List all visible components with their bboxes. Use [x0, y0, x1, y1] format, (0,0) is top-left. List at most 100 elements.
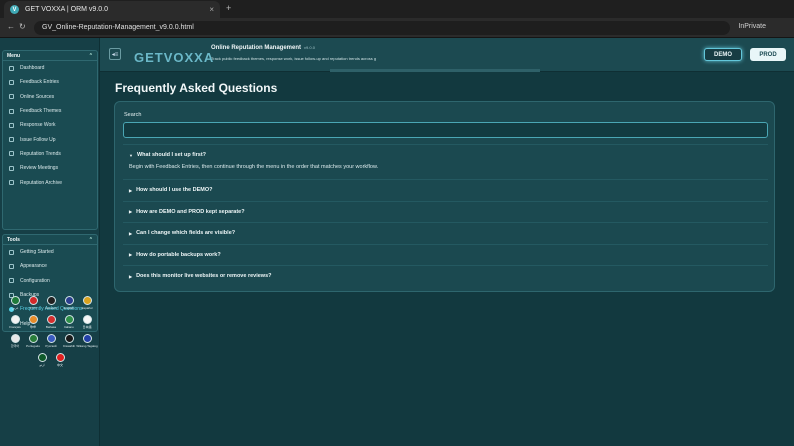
search-label: Search [124, 112, 142, 118]
faq-answer: Begin with Feedback Entries, then contin… [129, 164, 379, 170]
flag-icon [46, 315, 56, 324]
reload-icon[interactable]: ↻ [19, 22, 26, 31]
faq-question-toggle[interactable]: ▼ What should I set up first? [123, 145, 768, 165]
flag-label: Português [26, 344, 40, 348]
language-flag[interactable]: عربي [6, 296, 24, 315]
menu-item-icon [9, 65, 14, 71]
back-icon[interactable]: ← [7, 22, 15, 31]
flag-icon [10, 315, 20, 324]
app-title-text: Online Reputation Management [211, 45, 302, 51]
sidebar-item-label: Getting Started [20, 249, 54, 256]
language-flag[interactable]: বাংলা [24, 296, 42, 315]
sidebar-item-configuration[interactable]: Configuration [3, 274, 97, 288]
menu-item-icon [9, 151, 14, 157]
sidebar-item-label: Configuration [20, 277, 50, 284]
app-subtitle: Track public feedback themes, response w… [211, 56, 377, 61]
browser-tab[interactable]: V GET VOXXA | ORM v9.0.0 × [4, 1, 220, 18]
language-flag[interactable]: Bahasa [42, 315, 60, 334]
tab-title: GET VOXXA | ORM v9.0.0 [25, 6, 108, 13]
faq-question-toggle[interactable]: ▶ How are DEMO and PROD kept separate? [123, 202, 768, 222]
faq-question-text: What should I set up first? [136, 152, 207, 158]
sidebar-item-getting-started[interactable]: Getting Started [3, 245, 97, 259]
faq-question-toggle[interactable]: ▶ Does this monitor live websites or remo… [123, 266, 768, 286]
flag-label: 한국어 [10, 344, 20, 348]
tools-panel-header[interactable]: Tools ⌃ [3, 235, 97, 245]
caret-down-icon: ▼ [129, 152, 133, 158]
language-flag[interactable]: हिन्दी [24, 315, 42, 334]
faq-question-toggle[interactable]: ▶ How should I use the DEMO? [123, 180, 768, 200]
faq-question-toggle[interactable]: ▶ Can I change which fields are visible? [123, 223, 768, 243]
menu-item-icon [9, 108, 14, 114]
sidebar-item-label: Review Meetings [20, 165, 59, 172]
faq-question-toggle[interactable]: ▶ How do portable backups work? [123, 245, 768, 265]
sidebar-item-online-sources[interactable]: Online Sources [3, 90, 97, 104]
flag-label: Italiano [64, 325, 74, 329]
language-flag[interactable]: English [60, 296, 78, 315]
sidebar-item-issue-follow-up[interactable]: Issue Follow Up [3, 132, 97, 146]
language-flag[interactable]: Русский [42, 334, 60, 353]
caret-right-icon: ▶ [129, 252, 133, 257]
flag-icon [28, 296, 38, 305]
address-bar: ← ↻ GV_Online-Reputation-Management_v9.0… [0, 18, 794, 38]
menu-list: Dashboard Feedback Entries Online Sources F… [3, 61, 97, 190]
flag-icon [82, 334, 92, 343]
language-flag[interactable]: Deutsch [42, 296, 60, 315]
language-flag[interactable]: 한국어 [6, 334, 24, 353]
faq-item: ▶ How do portable backups work? [123, 243, 768, 265]
close-tab-icon[interactable]: × [209, 5, 214, 14]
new-tab-icon[interactable]: + [226, 3, 231, 13]
sidebar-collapse-button[interactable]: ◂≡ [109, 48, 121, 60]
flag-label: Wikang Tagalog [76, 344, 98, 348]
prod-button[interactable]: PROD [750, 48, 786, 61]
header-divider [330, 69, 540, 72]
language-flag[interactable]: Kiswahili [60, 334, 78, 353]
sidebar-item-reputation-archive[interactable]: Reputation Archive [3, 175, 97, 189]
flag-label: 日本語 [82, 325, 92, 329]
faq-item: ▼ What should I set up first? Begin with F… [123, 144, 768, 170]
language-flag[interactable]: اردو [33, 353, 51, 372]
demo-button[interactable]: DEMO [704, 48, 742, 61]
sidebar-item-label: Reputation Trends [20, 150, 61, 157]
search-input[interactable] [123, 122, 768, 138]
menu-item-icon [9, 137, 14, 143]
sidebar-item-appearance[interactable]: Appearance [3, 259, 97, 273]
language-flag[interactable]: Español [78, 296, 96, 315]
chevron-up-icon[interactable]: ⌃ [89, 237, 93, 243]
sidebar-item-response-work[interactable]: Response Work [3, 118, 97, 132]
sidebar-item-review-meetings[interactable]: Review Meetings [3, 161, 97, 175]
menu-item-icon [9, 165, 14, 171]
flag-icon [37, 353, 47, 362]
flag-label: English [64, 306, 74, 310]
menu-item-icon [9, 263, 14, 269]
sidebar-item-reputation-trends[interactable]: Reputation Trends [3, 147, 97, 161]
menu-item-icon [9, 249, 14, 255]
flag-label: Bahasa [45, 325, 57, 329]
menu-title: Menu [7, 52, 21, 59]
flag-icon [10, 334, 20, 343]
flag-label: Deutsch [45, 306, 57, 310]
flag-icon [28, 315, 38, 324]
language-flag[interactable]: Français [6, 315, 24, 334]
language-flag[interactable]: 中文 [51, 353, 69, 372]
caret-right-icon: ▶ [129, 187, 133, 193]
language-flag[interactable]: Português [24, 334, 42, 353]
sidebar-item-label: Issue Follow Up [20, 136, 56, 143]
language-flag[interactable]: 日本語 [78, 315, 96, 334]
flag-label: Русский [45, 344, 57, 348]
language-flag[interactable]: Wikang Tagalog [76, 334, 98, 353]
faq-item: ▶ How are DEMO and PROD kept separate? [123, 200, 768, 222]
menu-item-icon [9, 94, 14, 100]
menu-panel-header[interactable]: Menu ⌃ [3, 51, 97, 61]
url-field[interactable]: GV_Online-Reputation-Management_v9.0.0.h… [34, 21, 730, 35]
sidebar-item-feedback-entries[interactable]: Feedback Entries [3, 75, 97, 89]
sidebar-item-label: Dashboard [20, 65, 45, 72]
language-flag[interactable]: Italiano [60, 315, 78, 334]
app-header: ◂≡ GETVOXXA Online Reputation Management… [100, 38, 794, 72]
flag-label: বাংলা [29, 306, 37, 310]
inprivate-badge[interactable]: InPrivate [738, 23, 766, 30]
chevron-up-icon[interactable]: ⌃ [89, 53, 93, 59]
faq-panel: Search ▼ What should I set up first? Begin… [114, 101, 775, 292]
sidebar-item-dashboard[interactable]: Dashboard [3, 61, 97, 75]
sidebar-item-feedback-themes[interactable]: Feedback Themes [3, 104, 97, 118]
caret-right-icon: ▶ [129, 273, 133, 279]
